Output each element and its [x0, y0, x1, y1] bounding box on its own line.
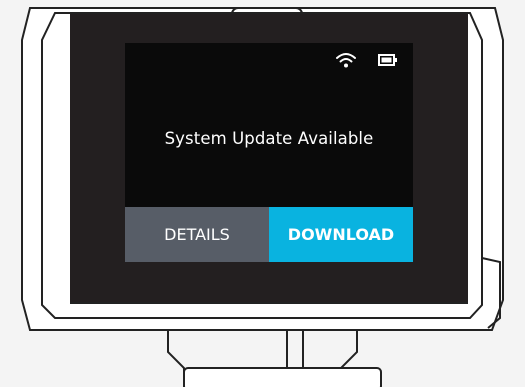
battery-icon [378, 54, 397, 66]
details-button[interactable]: DETAILS [125, 207, 269, 262]
details-button-label: DETAILS [164, 225, 230, 244]
download-button[interactable]: DOWNLOAD [269, 207, 413, 262]
download-button-label: DOWNLOAD [287, 225, 395, 244]
status-bar [125, 43, 413, 77]
mount-base [183, 367, 382, 387]
update-message: System Update Available [164, 129, 374, 148]
wifi-icon [336, 53, 356, 68]
device-screen: System Update Available DETAILS DOWNLOAD [125, 43, 413, 262]
